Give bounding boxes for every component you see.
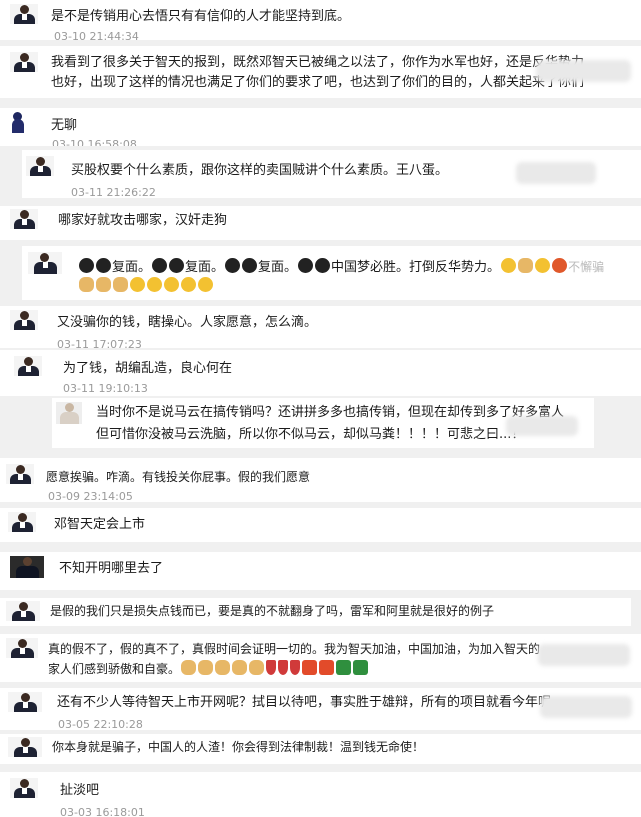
avatar[interactable] [6, 601, 40, 621]
comment-strip: 你本身就是骗子，中国人的人渣！你会得到法律制裁！温到钱无命使！ [0, 734, 641, 764]
redacted-area [538, 644, 630, 666]
comment-time: 03-09 23:14:05 [48, 490, 133, 502]
comment-text: 不知开明哪里去了 [59, 561, 164, 576]
comment-text: 你本身就是骗子，中国人的人渣！你会得到法律制裁！温到钱无命使！ [52, 740, 425, 754]
avatar[interactable] [10, 52, 38, 72]
redacted-area [536, 60, 631, 82]
comment-strip: 复面。 复面。 复面。 中国梦必胜。打倒反华势力。 不懈骗 [22, 246, 641, 300]
comment-time: 03-11 17:07:23 [57, 338, 142, 348]
comment-strip: 当时你不是说马云在搞传销吗？还讲拼多多也搞传销，但现在却传到多了好多富人 但可惜… [52, 398, 594, 448]
comment-text: 真的假不了，假的真不了，真假时间会证明一切的。我为智天加油，中国加油，为加入智天… [48, 642, 541, 656]
comment-time: 03-11 21:26:22 [71, 186, 156, 198]
comment-strip: 扯淡吧 03-03 16:18:01 [0, 772, 641, 817]
comment-time: 03-03 16:18:01 [60, 806, 145, 817]
comment-strip: 是假的我们只是损失点钱而已，要是真的不就翻身了吗，雷军和阿里就是很好的例子 [0, 598, 631, 626]
avatar[interactable] [10, 209, 38, 229]
avatar[interactable] [14, 356, 42, 376]
comment-strip: 愿意挨骗。咋滴。有钱投关你屁事。假的我们愿意 03-09 23:14:05 [0, 458, 641, 502]
comment-text: 又没骗你的钱，瞎操心。人家愿意，怎么滴。 [57, 315, 318, 330]
comment-text: 愿意挨骗。咋滴。有钱投关你屁事。假的我们愿意 [46, 470, 311, 484]
comment-tail: 不懈骗 [568, 260, 605, 274]
emoji-row [78, 276, 214, 298]
comment-text-line2: 家人们感到骄傲和自豪。 [48, 658, 369, 680]
comment-text-line2: 但可惜你没被马云洗脑，所以你不似马云，却似马粪！！！！可悲之曰...！ [96, 427, 525, 442]
comment-time: 03-10 16:58:08 [52, 138, 137, 146]
comment-text: 无聊 [51, 118, 78, 133]
avatar[interactable] [26, 156, 54, 176]
comment-text: 是不是传销用心去悟只有有信仰的人才能坚持到底。 [51, 9, 351, 24]
comment-text: 买股权要个什么素质，跟你这样的卖国贼讲个什么素质。王八蛋。 [71, 163, 449, 178]
comment-text: 哪家好就攻击哪家，汉奸走狗 [58, 213, 228, 228]
comment-strip: 为了钱，胡编乱造，良心何在 03-11 19:10:13 [0, 350, 641, 396]
comment-text: 还有不少人等待智天上市开网呢？拭目以待吧，事实胜于雄辩，所有的项目就看今年呢 [57, 695, 552, 710]
comment-text: 扯淡吧 [60, 783, 100, 798]
comment-strip: 还有不少人等待智天上市开网呢？拭目以待吧，事实胜于雄辩，所有的项目就看今年呢 0… [0, 688, 641, 730]
comment-strip: 不知开明哪里去了 [0, 552, 641, 590]
comment-strip: 邓智天定会上市 [0, 508, 641, 542]
avatar[interactable] [10, 556, 44, 578]
comment-text: 是假的我们只是损失点钱而已，要是真的不就翻身了吗，雷军和阿里就是很好的例子 [50, 604, 495, 618]
comment-text: 当时你不是说马云在搞传销吗？还讲拼多多也搞传销，但现在却传到多了好多富人 [96, 405, 565, 420]
avatar[interactable] [8, 692, 42, 712]
avatar[interactable] [56, 402, 82, 424]
comment-strip: 买股权要个什么素质，跟你这样的卖国贼讲个什么素质。王八蛋。 03-11 21:2… [22, 150, 641, 198]
comment-time: 03-10 21:44:34 [54, 30, 139, 40]
avatar[interactable] [10, 310, 38, 330]
comment-strip: 无聊 03-10 16:58:08 [0, 108, 641, 146]
avatar[interactable] [28, 252, 62, 274]
redacted-area [506, 416, 578, 436]
avatar[interactable] [6, 464, 34, 484]
avatar[interactable] [10, 112, 26, 134]
comment-text-line2: 也好，出现了这样的情况也满足了你们的要求了吧，也达到了你们的目的，人都关起来了你… [51, 75, 585, 90]
redacted-area [516, 162, 596, 184]
comment-strip: 是不是传销用心去悟只有有信仰的人才能坚持到底。 03-10 21:44:34 [0, 0, 641, 40]
avatar[interactable] [8, 737, 42, 757]
comment-strip: 真的假不了，假的真不了，真假时间会证明一切的。我为智天加油，中国加油，为加入智天… [0, 634, 641, 682]
comment-time: 03-11 19:10:13 [63, 382, 148, 395]
avatar[interactable] [10, 778, 38, 798]
avatar[interactable] [10, 4, 38, 24]
redacted-area [540, 696, 632, 718]
comment-text: 邓智天定会上市 [54, 517, 146, 532]
comment-strip: 哪家好就攻击哪家，汉奸走狗 [0, 206, 641, 240]
avatar[interactable] [6, 638, 38, 658]
comment-strip: 又没骗你的钱，瞎操心。人家愿意，怎么滴。 03-11 17:07:23 [0, 306, 641, 348]
comment-text: 我看到了很多关于智天的报到，既然邓智天已被绳之以法了，你作为水军也好，还是反华势… [51, 55, 585, 70]
comment-text: 为了钱，胡编乱造，良心何在 [63, 361, 233, 376]
comment-time: 03-05 22:10:28 [58, 718, 143, 730]
avatar[interactable] [8, 512, 36, 532]
comment-strip: 我看到了很多关于智天的报到，既然邓智天已被绳之以法了，你作为水军也好，还是反华势… [0, 46, 641, 98]
